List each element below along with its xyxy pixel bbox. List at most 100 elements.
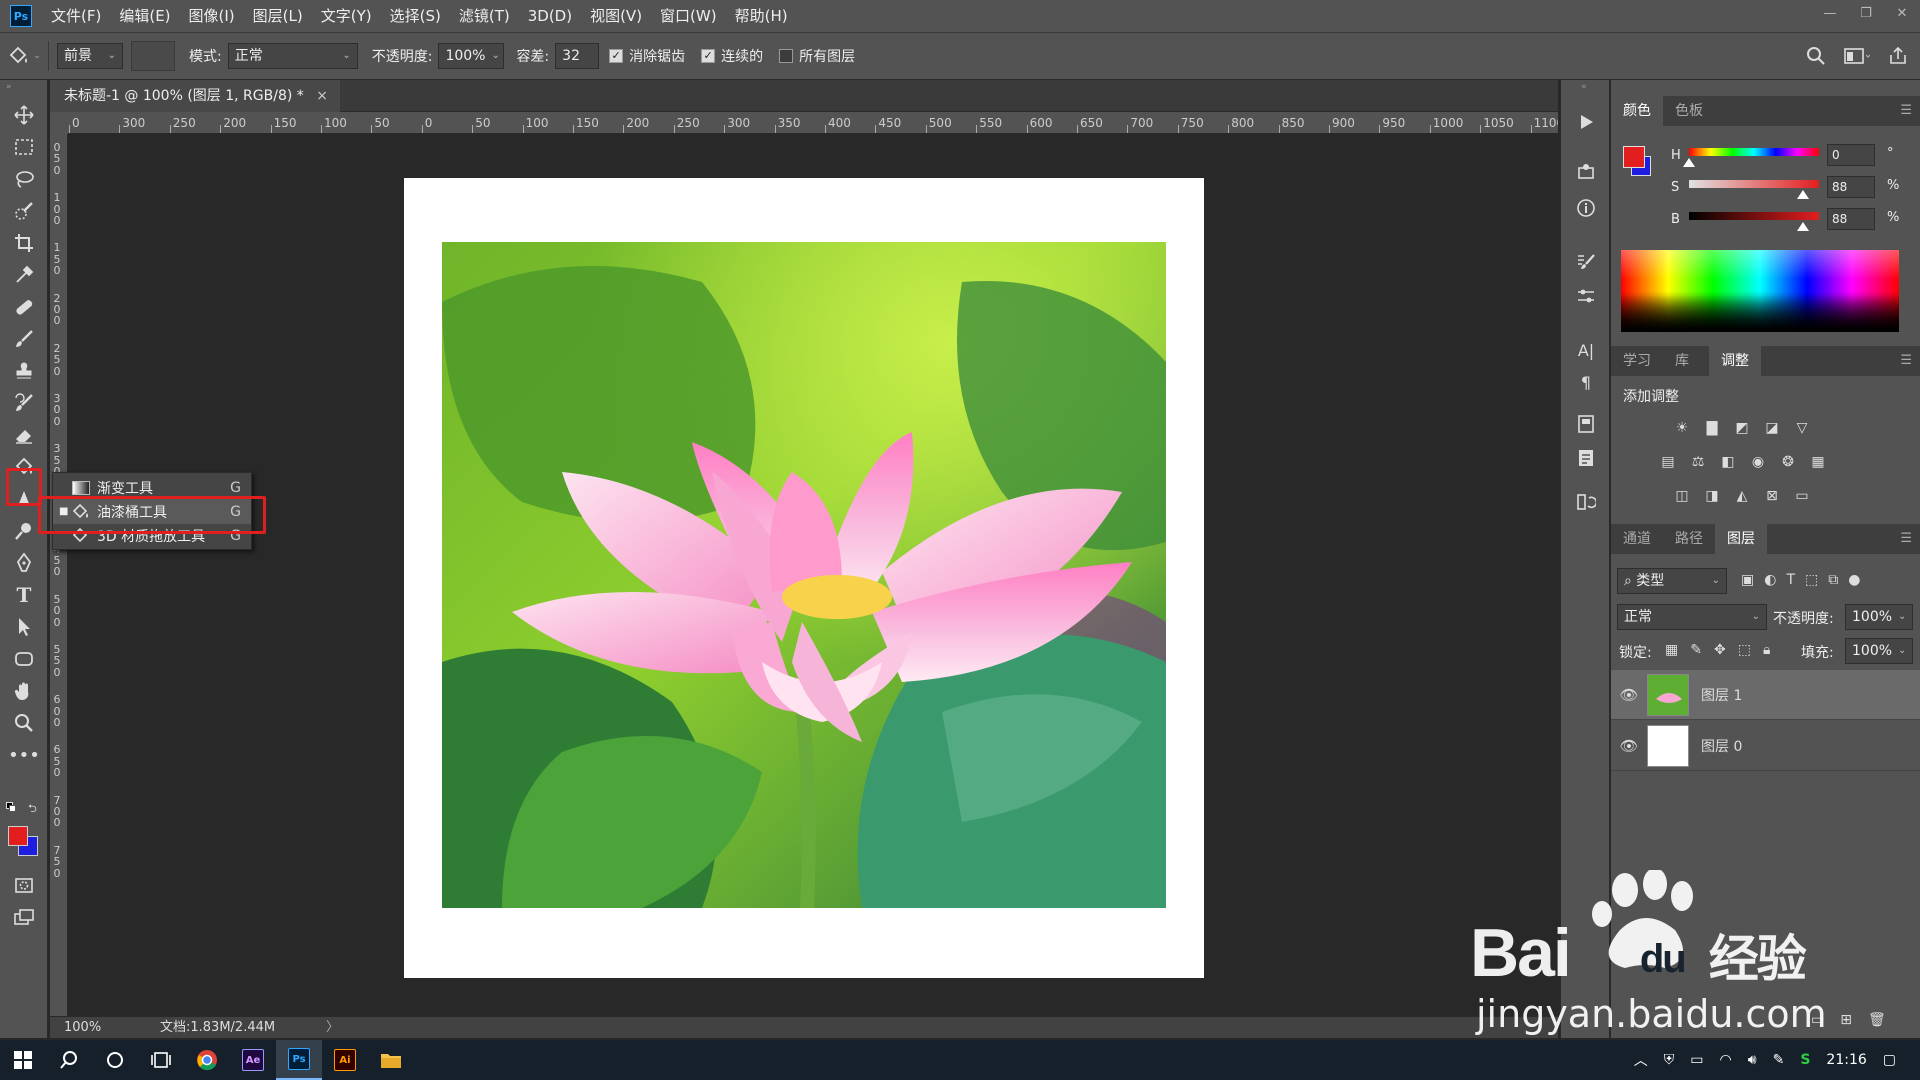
menu-item[interactable]: 窗口(W) <box>651 0 726 32</box>
posterize-icon[interactable]: ◨ <box>1701 486 1723 506</box>
blend-mode-select[interactable]: 正常 ⌄ <box>1617 604 1767 630</box>
volume-icon[interactable]: 🔊︎ <box>1748 1052 1757 1068</box>
libraries-button[interactable] <box>1571 410 1601 438</box>
visibility-eye-icon[interactable]: 👁︎ <box>1611 737 1647 755</box>
menu-item[interactable]: 帮助(H) <box>726 0 797 32</box>
hue-slider[interactable] <box>1689 148 1819 156</box>
channel-mixer-icon[interactable]: ❂ <box>1777 452 1799 472</box>
pattern-picker[interactable] <box>131 41 175 71</box>
marquee-tool[interactable] <box>8 132 40 162</box>
photo-filter-icon[interactable]: ◉ <box>1747 452 1769 472</box>
file-explorer-app[interactable] <box>368 1040 414 1080</box>
screen-mode-button[interactable] <box>8 902 40 932</box>
paragraph-panel-button[interactable]: ¶ <box>1571 368 1601 396</box>
document-tab[interactable]: 未标题-1 @ 100% (图层 1, RGB/8) * × <box>50 80 340 112</box>
tab-swatches[interactable]: 色板 <box>1663 96 1715 126</box>
mode-select[interactable]: 正常 ⌄ <box>227 43 358 69</box>
invert-icon[interactable]: ◫ <box>1671 486 1693 506</box>
exposure-icon[interactable]: ◪ <box>1761 418 1783 438</box>
shape-filter-icon[interactable]: ⬚ <box>1805 572 1818 588</box>
shape-tool[interactable] <box>8 644 40 674</box>
brightness-slider-thumb[interactable] <box>1797 222 1810 231</box>
info-panel-button[interactable] <box>1571 194 1601 222</box>
default-colors-icon[interactable] <box>6 802 16 812</box>
layer-opacity-input[interactable]: 100% ⌄ <box>1845 604 1913 630</box>
3d-panel-button[interactable] <box>1571 158 1601 186</box>
healing-brush-tool[interactable] <box>8 292 40 322</box>
minimize-button[interactable]: — <box>1812 0 1848 32</box>
zoom-tool[interactable] <box>8 708 40 738</box>
stamp-tool[interactable] <box>8 356 40 386</box>
anti-alias-checkbox[interactable]: ✓ <box>609 49 624 63</box>
move-tool[interactable] <box>8 100 40 130</box>
close-tab-icon[interactable]: × <box>316 80 328 112</box>
search-icon[interactable] <box>1806 46 1826 66</box>
notes-button[interactable] <box>1571 444 1601 472</box>
brush-tool[interactable] <box>8 324 40 354</box>
vibrance-icon[interactable]: ▽ <box>1791 418 1813 438</box>
more-tools[interactable]: ••• <box>8 740 40 770</box>
restore-button[interactable]: ❐ <box>1848 0 1884 32</box>
saturation-slider[interactable] <box>1689 180 1819 188</box>
contiguous-checkbox[interactable]: ✓ <box>701 49 716 63</box>
collapse-icon[interactable]: « <box>1581 82 1587 92</box>
close-window-button[interactable]: ✕ <box>1884 0 1920 32</box>
clock[interactable]: 21:16 <box>1826 1052 1866 1068</box>
fill-input[interactable]: 100% ⌄ <box>1845 638 1913 664</box>
hue-saturation-icon[interactable]: ▤ <box>1657 452 1679 472</box>
lock-pixels-icon[interactable]: ✎ <box>1690 642 1702 658</box>
tab-paths[interactable]: 路径 <box>1663 524 1715 554</box>
panel-menu-icon[interactable]: ☰ <box>1900 103 1912 118</box>
notifications-icon[interactable]: ▢ <box>1883 1052 1896 1068</box>
menu-item[interactable]: 选择(S) <box>381 0 450 32</box>
illustrator-app[interactable]: Ai <box>322 1040 368 1080</box>
play-action-button[interactable] <box>1571 108 1601 136</box>
menu-item[interactable]: 编辑(E) <box>110 0 179 32</box>
tab-learn[interactable]: 学习 <box>1611 346 1663 376</box>
collapse-icon[interactable]: » <box>6 82 12 92</box>
tab-libraries[interactable]: 库 <box>1663 346 1701 376</box>
tab-layers[interactable]: 图层 <box>1715 524 1767 554</box>
pen-tool[interactable] <box>8 548 40 578</box>
canvas-area[interactable] <box>68 134 1558 1024</box>
character-panel-button[interactable]: A| <box>1571 336 1601 364</box>
smart-object-filter-icon[interactable]: ⧉ <box>1828 572 1838 588</box>
crop-tool[interactable] <box>8 228 40 258</box>
lock-artboard-icon[interactable]: ⬚ <box>1738 642 1751 658</box>
type-tool[interactable]: T <box>8 580 40 610</box>
brush-settings-button[interactable] <box>1571 248 1601 276</box>
fill-source-select[interactable]: 前景 ⌄ <box>57 43 123 69</box>
photoshop-app[interactable]: Ps <box>276 1040 322 1080</box>
foreground-color-swatch[interactable] <box>1623 146 1645 168</box>
start-button[interactable] <box>0 1040 46 1080</box>
path-selection-tool[interactable] <box>8 612 40 642</box>
sogou-icon[interactable]: S <box>1800 1052 1810 1068</box>
properties-button[interactable] <box>1571 282 1601 310</box>
brightness-icon[interactable]: ☀ <box>1671 418 1693 438</box>
hue-input[interactable]: 0 <box>1827 144 1875 166</box>
tray-chevron-icon[interactable]: ︿ <box>1634 1050 1648 1070</box>
type-filter-icon[interactable]: T <box>1786 572 1795 588</box>
zoom-readout[interactable]: 100% <box>64 1017 101 1039</box>
pen-icon[interactable]: ✎ <box>1773 1052 1785 1068</box>
cortana-button[interactable] <box>92 1040 138 1080</box>
curves-icon[interactable]: ◩ <box>1731 418 1753 438</box>
tab-adjustments[interactable]: 调整 <box>1709 346 1761 376</box>
status-menu-icon[interactable]: 〉 <box>326 1017 339 1039</box>
share-icon[interactable] <box>1888 46 1908 66</box>
lock-position-icon[interactable]: ✥ <box>1714 642 1726 658</box>
tab-channels[interactable]: 通道 <box>1611 524 1663 554</box>
quick-mask-button[interactable] <box>8 870 40 900</box>
threshold-icon[interactable]: ◭ <box>1731 486 1753 506</box>
panel-menu-icon[interactable]: ☰ <box>1900 353 1912 368</box>
workspace-icon[interactable] <box>1844 46 1870 66</box>
quick-selection-tool[interactable] <box>8 196 40 226</box>
menu-item[interactable]: 视图(V) <box>581 0 651 32</box>
layer-filter-select[interactable]: ⌕ 类型 ⌄ <box>1617 568 1727 594</box>
eyedropper-tool[interactable] <box>8 260 40 290</box>
saturation-input[interactable]: 88 <box>1827 176 1875 198</box>
after-effects-app[interactable]: Ae <box>230 1040 276 1080</box>
tolerance-input[interactable]: 32 <box>555 43 600 69</box>
brightness-input[interactable]: 88 <box>1827 208 1875 230</box>
chrome-app[interactable] <box>184 1040 230 1080</box>
